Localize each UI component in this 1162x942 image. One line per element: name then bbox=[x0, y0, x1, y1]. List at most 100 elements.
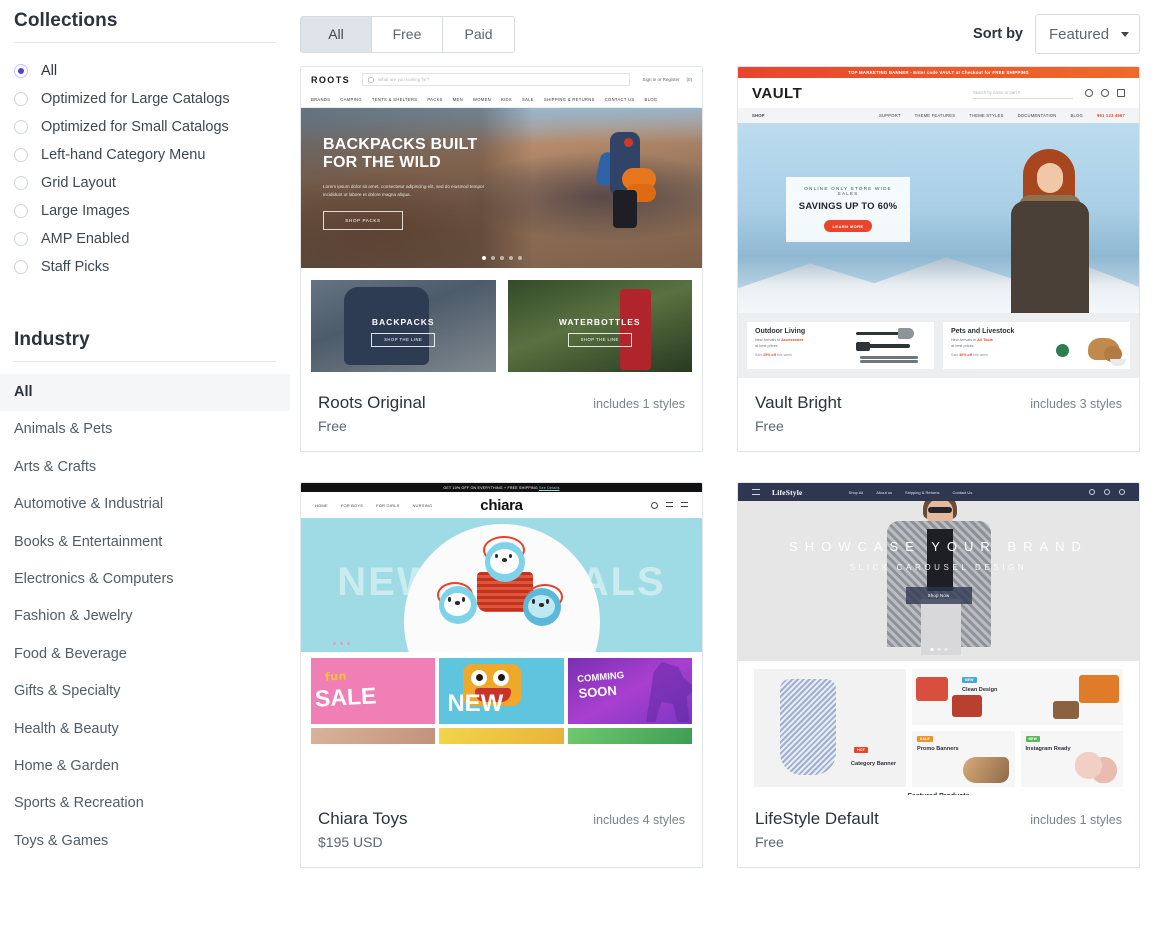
sort-by-label: Sort by bbox=[973, 26, 1023, 42]
nav-item: Shipping & Returns bbox=[905, 489, 940, 495]
radio-icon[interactable] bbox=[14, 176, 28, 190]
industry-item-sports-recreation[interactable]: Sports & Recreation bbox=[0, 785, 290, 822]
radio-icon[interactable] bbox=[14, 232, 28, 246]
industry-item-books-entertainment[interactable]: Books & Entertainment bbox=[0, 524, 290, 561]
collections-option-label: Optimized for Small Catalogs bbox=[41, 119, 229, 135]
nav-item: BLOG bbox=[1070, 113, 1083, 118]
ball-icon bbox=[1056, 344, 1069, 357]
filter-tab-paid[interactable]: Paid bbox=[443, 16, 514, 52]
filter-tab-free[interactable]: Free bbox=[372, 16, 443, 52]
theme-preview-roots: ROOTS What are you looking for? Sign in … bbox=[301, 67, 702, 379]
industry-item-toys-games[interactable]: Toys & Games bbox=[0, 823, 290, 860]
theme-card-chiara-toys[interactable]: GET 10% OFF ON EVERYTHING + FREE SHIPPIN… bbox=[300, 482, 703, 868]
radio-icon[interactable] bbox=[14, 120, 28, 134]
nav-item: CONTACT US bbox=[604, 97, 635, 102]
theme-price: Free bbox=[318, 418, 347, 434]
radio-icon[interactable] bbox=[14, 260, 28, 274]
filter-tab-all[interactable]: All bbox=[301, 16, 372, 52]
tile-title: WATERBOTTLES bbox=[558, 316, 641, 327]
nav-item: WOMEN bbox=[472, 97, 491, 102]
industry-item-animals-pets[interactable]: Animals & Pets bbox=[0, 411, 290, 448]
theme-styles-count: includes 1 styles bbox=[1030, 813, 1122, 827]
collections-option-amp-enabled[interactable]: AMP Enabled bbox=[14, 225, 276, 253]
sort-control: Sort by Featured bbox=[973, 14, 1140, 54]
collections-option-label: Optimized for Large Catalogs bbox=[41, 91, 230, 107]
search-placeholder: What are you looking for? bbox=[378, 77, 430, 82]
industry-item-electronics-computers[interactable]: Electronics & Computers bbox=[0, 561, 290, 598]
collections-option-all[interactable]: All bbox=[14, 57, 276, 85]
sale-post: this week bbox=[776, 353, 792, 358]
sort-dropdown[interactable]: Featured bbox=[1035, 14, 1140, 54]
dog-illustration bbox=[1050, 328, 1126, 366]
collections-divider bbox=[14, 42, 276, 43]
model-illustration bbox=[886, 501, 991, 661]
announcement-link: See Details bbox=[539, 485, 560, 490]
radio-icon[interactable] bbox=[14, 204, 28, 218]
collections-option-left-hand-menu[interactable]: Left-hand Category Menu bbox=[14, 141, 276, 169]
nav-item: BLOG bbox=[644, 97, 658, 102]
promo-headline: SAVINGS UP TO 60% bbox=[798, 201, 898, 212]
collections-option-label: Staff Picks bbox=[41, 259, 110, 275]
preview-hero: NEW ARRIVALS bbox=[301, 518, 702, 652]
nav-item: FOR GIRLS bbox=[376, 502, 400, 508]
preview-hero: SHOWCASE YOUR BRAND SLICK CAROUSEL DESIG… bbox=[738, 501, 1139, 661]
industry-item-gifts-specialty[interactable]: Gifts & Specialty bbox=[0, 673, 290, 710]
industry-section: Industry bbox=[0, 319, 290, 362]
industry-item-all[interactable]: All bbox=[0, 374, 290, 412]
tile-text: COMMING SOON bbox=[577, 670, 626, 702]
industry-item-arts-crafts[interactable]: Arts & Crafts bbox=[0, 449, 290, 486]
theme-name: Vault Bright bbox=[755, 393, 842, 412]
nav-item: PACKS bbox=[427, 97, 443, 102]
collections-option-optimized-small[interactable]: Optimized for Small Catalogs bbox=[14, 113, 276, 141]
radio-icon[interactable] bbox=[14, 64, 28, 78]
tile-label: Promo Banners bbox=[917, 746, 959, 752]
tile-label: Category Banner bbox=[850, 761, 896, 767]
promo-sub-link: Accessories bbox=[781, 338, 804, 342]
theme-card-lifestyle-default[interactable]: LifeStyle Shop All About us Shipping & R… bbox=[737, 482, 1140, 868]
industry-item-fashion-jewelry[interactable]: Fashion & Jewelry bbox=[0, 598, 290, 635]
nav-item: SUPPORT bbox=[879, 113, 901, 118]
collections-option-large-images[interactable]: Large Images bbox=[14, 197, 276, 225]
theme-name: LifeStyle Default bbox=[755, 809, 879, 828]
hiker-backpack-illustration bbox=[594, 132, 656, 228]
radio-icon[interactable] bbox=[14, 148, 28, 162]
preview-nav: HOME FOR BOYS FOR GIRLS NURSING bbox=[315, 503, 432, 508]
collections-option-optimized-large[interactable]: Optimized for Large Catalogs bbox=[14, 85, 276, 113]
theme-styles-count: includes 4 styles bbox=[593, 813, 685, 827]
collections-option-label: AMP Enabled bbox=[41, 231, 130, 247]
theme-preview-chiara: GET 10% OFF ON EVERYTHING + FREE SHIPPIN… bbox=[301, 483, 702, 795]
marketing-banner: TOP MARKETING BANNER - Enter code VAULT … bbox=[738, 67, 1139, 78]
cart-icon bbox=[1119, 489, 1125, 495]
sale-emphasis: 40% off bbox=[959, 353, 972, 358]
featured-products-section: Featured Products Popular Trending Produ… bbox=[738, 787, 1139, 795]
hero-promo-block: ONLINE ONLY STORE WIDE SALES SAVINGS UP … bbox=[786, 177, 910, 242]
nav-item: SALE bbox=[521, 97, 534, 102]
industry-item-home-garden[interactable]: Home & Garden bbox=[0, 748, 290, 785]
theme-card-roots-original[interactable]: ROOTS What are you looking for? Sign in … bbox=[300, 66, 703, 452]
collections-option-grid-layout[interactable]: Grid Layout bbox=[14, 169, 276, 197]
industry-item-health-beauty[interactable]: Health & Beauty bbox=[0, 711, 290, 748]
menu-icon bbox=[752, 489, 760, 495]
tile-button: SHOP THE LINE bbox=[371, 332, 436, 347]
badge-hot: HOT bbox=[854, 747, 868, 753]
tile-big-text: SOON bbox=[577, 682, 618, 701]
theme-card-vault-bright[interactable]: TOP MARKETING BANNER - Enter code VAULT … bbox=[737, 66, 1140, 452]
category-tile-waterbottles: WATERBOTTLES SHOP THE LINE bbox=[507, 280, 692, 372]
tile-small-text: fun bbox=[324, 669, 348, 684]
collections-option-label: All bbox=[41, 63, 58, 79]
promo-sub-line2: at best prices bbox=[755, 343, 778, 348]
radio-icon[interactable] bbox=[14, 92, 28, 106]
industry-item-food-beverage[interactable]: Food & Beverage bbox=[0, 636, 290, 673]
collections-option-staff-picks[interactable]: Staff Picks bbox=[14, 253, 276, 281]
store-logo: LifeStyle bbox=[772, 487, 803, 497]
theme-styles-count: includes 1 styles bbox=[593, 397, 685, 411]
industry-item-automotive-industrial[interactable]: Automotive & Industrial bbox=[0, 486, 290, 523]
carousel-dots bbox=[333, 642, 350, 645]
store-logo: chiara bbox=[480, 496, 523, 514]
chevron-down-icon bbox=[1121, 31, 1129, 37]
theme-results-area: All Free Paid Sort by Featured ROOTS Wha… bbox=[290, 0, 1162, 942]
dinosaur-illustration bbox=[645, 662, 692, 722]
preview-promo-tiles: fun SALE NEW COMMING SOON bbox=[301, 652, 702, 724]
carousel-dots bbox=[481, 256, 522, 260]
tile-title: BACKPACKS bbox=[371, 316, 435, 327]
